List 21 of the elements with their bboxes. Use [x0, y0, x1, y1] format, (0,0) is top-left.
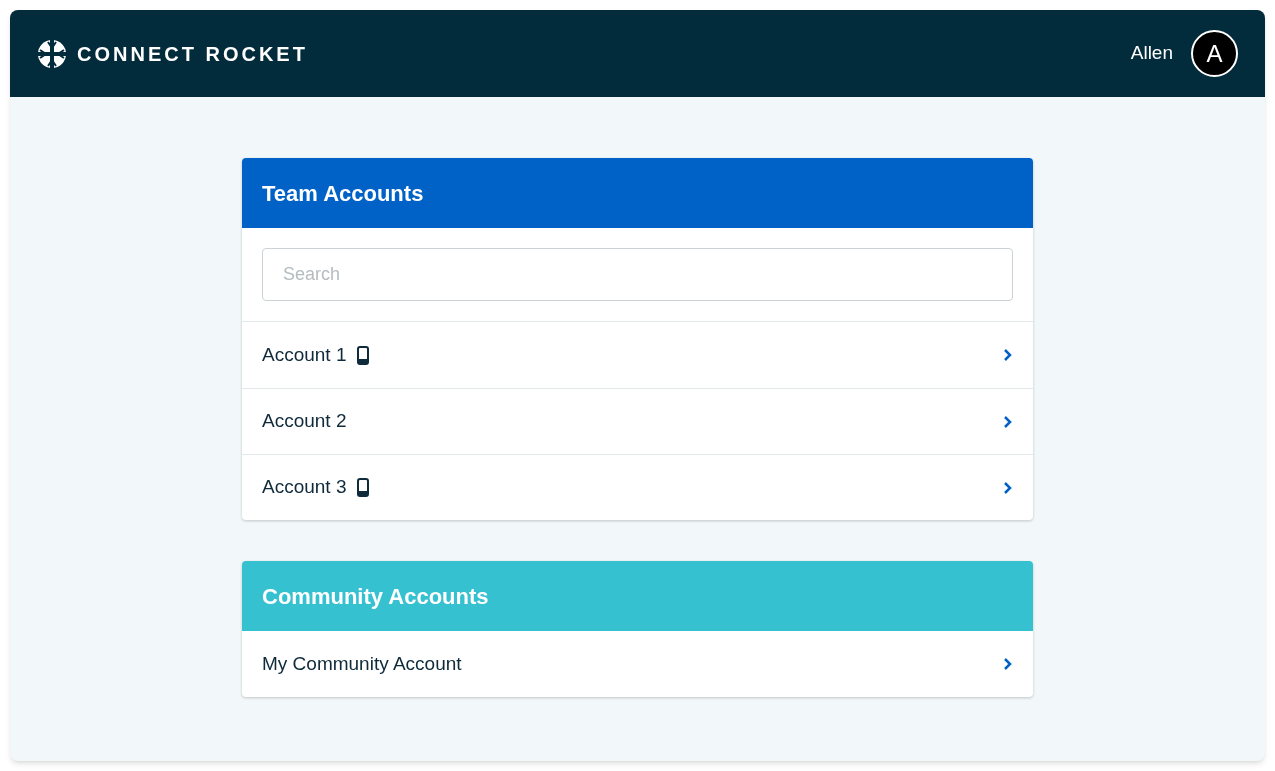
logo-icon	[37, 38, 67, 69]
account-row[interactable]: Account 3	[242, 454, 1033, 520]
account-row[interactable]: Account 2	[242, 388, 1033, 454]
account-name: Account 2	[262, 409, 347, 434]
chevron-right-icon	[1003, 657, 1013, 671]
brand-name: CONNECT ROCKET	[77, 41, 308, 67]
account-name: Account 3	[262, 475, 347, 500]
user-name: Allen	[1130, 41, 1173, 66]
chevron-right-icon	[1003, 414, 1013, 429]
account-name: Account 1	[262, 342, 347, 367]
chevron-right-icon	[1003, 348, 1013, 362]
account-row[interactable]: Account 1	[242, 322, 1033, 388]
avatar[interactable]: A	[1191, 30, 1238, 77]
phone-icon	[356, 478, 369, 497]
account-name: My Community Account	[262, 651, 462, 676]
phone-icon	[356, 345, 369, 365]
panel-title: Community Accounts	[262, 582, 489, 611]
account-row[interactable]: My Community Account	[242, 631, 1033, 697]
search-field[interactable]: Search	[262, 248, 1013, 301]
panel-title: Team Accounts	[262, 179, 424, 208]
chevron-right-icon	[1003, 480, 1013, 495]
